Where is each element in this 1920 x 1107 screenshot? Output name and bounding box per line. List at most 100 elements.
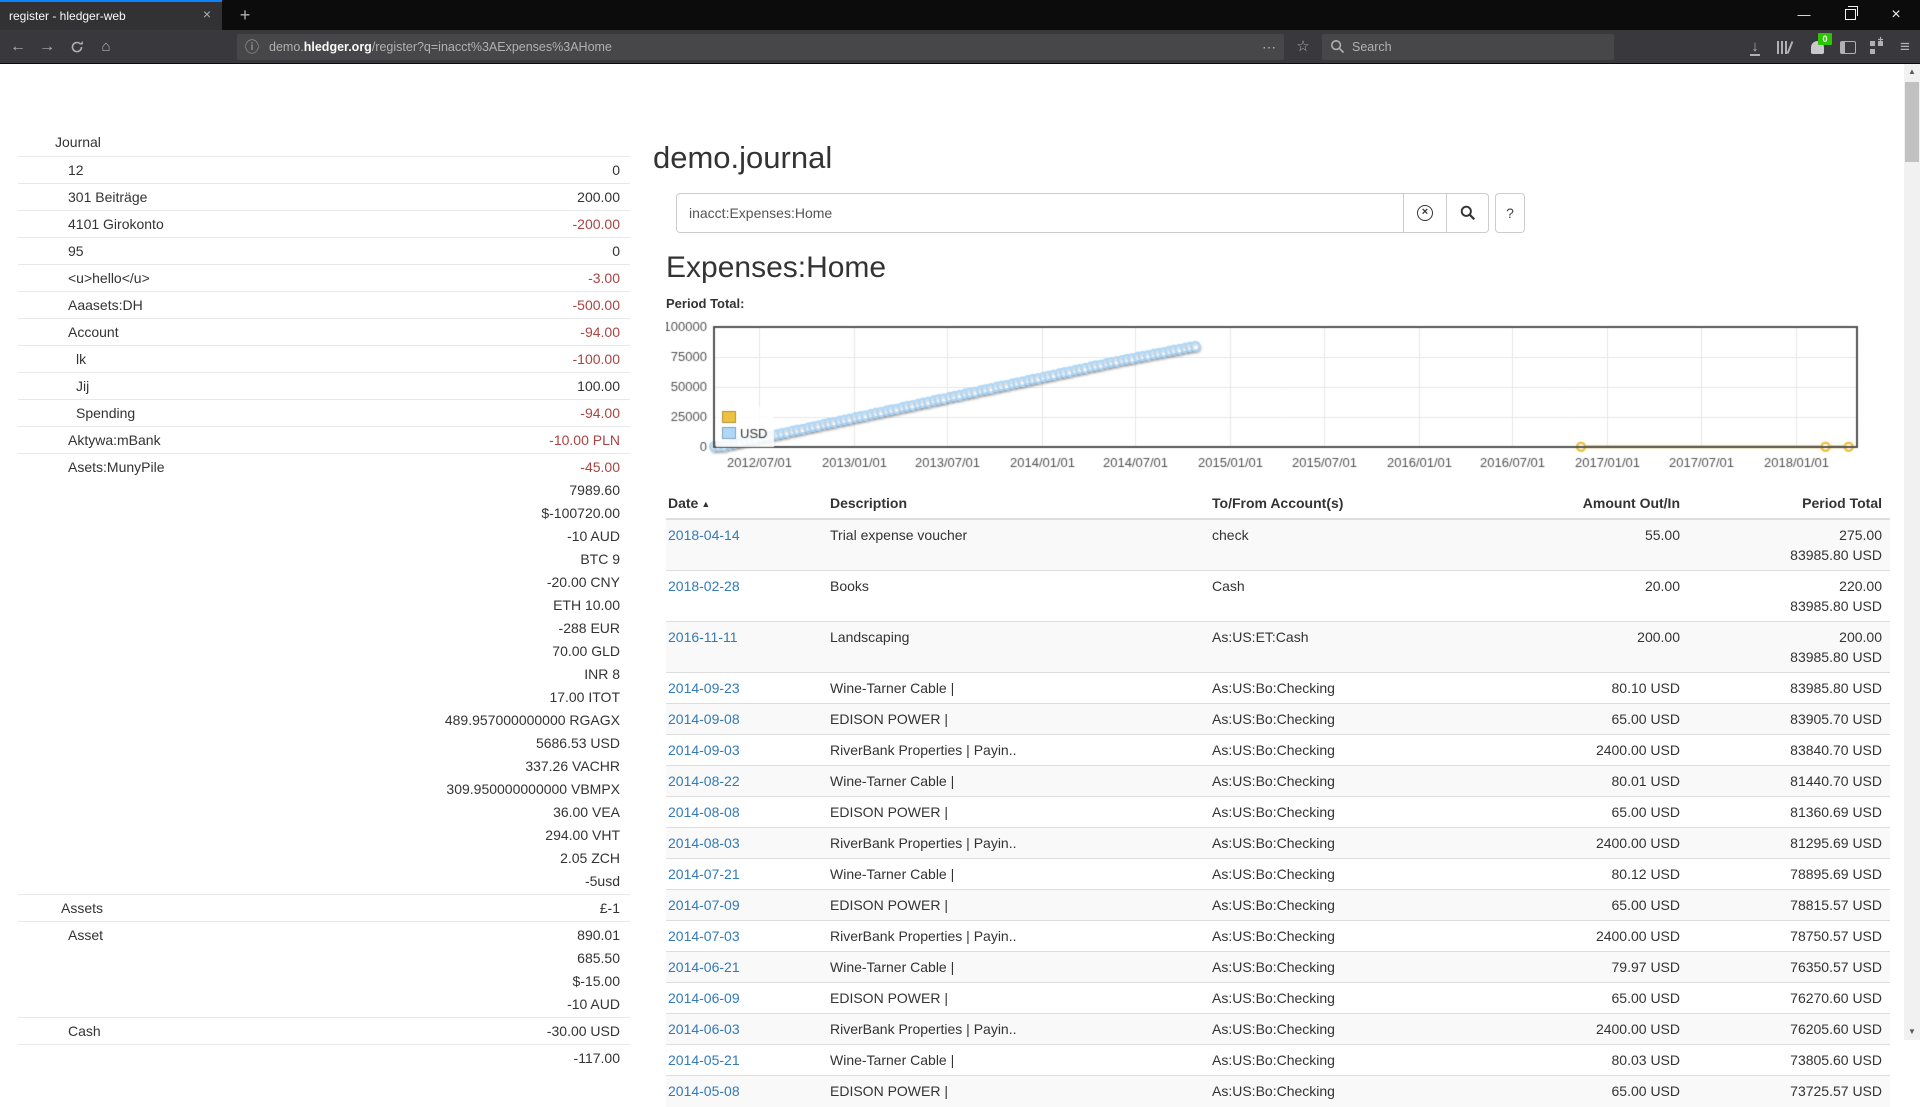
transaction-description: Wine-Tarner Cable | [828,859,1210,890]
register-row[interactable]: 2014-06-21Wine-Tarner Cable |As:US:Bo:Ch… [666,952,1890,983]
transaction-date-link[interactable]: 2014-09-03 [668,742,740,758]
register-row[interactable]: 2014-09-08EDISON POWER |As:US:Bo:Checkin… [666,704,1890,735]
register-row[interactable]: 2014-06-09EDISON POWER |As:US:Bo:Checkin… [666,983,1890,1014]
transaction-date-link[interactable]: 2014-08-22 [668,773,740,789]
transaction-date-link[interactable]: 2014-05-21 [668,1052,740,1068]
scroll-down-icon[interactable]: ▼ [1904,1024,1920,1040]
account-link[interactable]: 301 Beiträge [18,186,147,209]
sidebar-toggle-button[interactable] [1834,30,1862,63]
bookmark-star-icon[interactable]: ☆ [1290,34,1316,60]
transaction-date-cell: 2016-11-11 [666,622,828,673]
transaction-date-link[interactable]: 2014-07-09 [668,897,740,913]
menu-button[interactable]: ≡ [1891,30,1919,63]
account-link[interactable]: Assets [18,897,103,920]
account-link[interactable]: Spending [18,402,135,425]
balance-amount: -3.00 [150,267,620,290]
page-title: demo.journal [653,140,1892,175]
transaction-date-cell: 2018-04-14 [666,519,828,571]
register-row[interactable]: 2014-05-21Wine-Tarner Cable |As:US:Bo:Ch… [666,1045,1890,1076]
transaction-date-link[interactable]: 2014-05-08 [668,1083,740,1099]
transaction-amount: 65.00 USD [1480,890,1688,921]
forward-button[interactable]: → [33,30,61,63]
help-button[interactable]: ? [1495,193,1525,233]
account-link[interactable]: Cash [18,1020,101,1043]
minimize-button[interactable]: — [1781,0,1827,30]
transaction-date-link[interactable]: 2014-06-09 [668,990,740,1006]
register-row[interactable]: 2014-09-03 RiverBank Properties | Payin..… [666,735,1890,766]
transaction-date-link[interactable]: 2014-06-21 [668,959,740,975]
account-row: Assets£-1 [18,894,630,921]
transaction-date-link[interactable]: 2014-09-23 [668,680,740,696]
toolbar-search[interactable]: Search [1322,34,1614,60]
period-total-line: 220.00 [1690,576,1882,596]
transaction-date-link[interactable]: 2016-11-11 [668,629,738,645]
transaction-date-link[interactable]: 2018-04-14 [668,527,740,543]
query-input[interactable] [676,193,1404,233]
account-link[interactable]: Aktywa:mBank [18,429,161,452]
search-submit-button[interactable] [1447,193,1489,233]
register-row[interactable]: 2016-11-11LandscapingAs:US:ET:Cash200.00… [666,622,1890,673]
register-row[interactable]: 2014-07-09EDISON POWER |As:US:Bo:Checkin… [666,890,1890,921]
transaction-description: EDISON POWER | [828,890,1210,921]
transaction-date-link[interactable]: 2018-02-28 [668,578,740,594]
balance-amount: 200.00 [147,186,620,209]
transaction-date-cell: 2014-07-21 [666,859,828,890]
back-button[interactable]: ← [4,30,32,63]
scroll-up-icon[interactable]: ▲ [1904,64,1920,80]
register-row[interactable]: 2014-07-21Wine-Tarner Cable |As:US:Bo:Ch… [666,859,1890,890]
transaction-date-link[interactable]: 2014-07-21 [668,866,740,882]
account-link[interactable]: Aaasets:DH [18,294,143,317]
account-link[interactable]: <u>hello</u> [18,267,150,290]
account-link[interactable]: Jij [18,375,89,398]
page-scrollbar[interactable]: ▲ ▼ [1904,64,1920,1040]
home-button[interactable]: ⌂ [92,30,120,63]
maximize-button[interactable] [1827,0,1873,30]
page-info-icon[interactable]: ⓘ [245,34,259,60]
transaction-description: RiverBank Properties | Payin.. [828,735,1210,766]
new-tab-button[interactable]: + [232,2,258,28]
transaction-date-link[interactable]: 2014-07-03 [668,928,740,944]
register-row[interactable]: 2014-08-08EDISON POWER |As:US:Bo:Checkin… [666,797,1890,828]
download-button[interactable]: ↓ [1741,30,1769,63]
extension-button[interactable]: 0 [1803,30,1831,63]
transaction-date-link[interactable]: 2014-09-08 [668,711,740,727]
register-row[interactable]: 2014-08-22Wine-Tarner Cable |As:US:Bo:Ch… [666,766,1890,797]
reload-button[interactable] [63,30,91,63]
apps-grid-button[interactable]: + [1862,30,1890,63]
transaction-account: As:US:Bo:Checking [1210,828,1480,859]
page-actions-icon[interactable]: ⋯ [1262,34,1276,60]
account-link[interactable]: Asset [18,924,103,1016]
account-link[interactable]: Account [18,321,119,344]
transaction-date-cell: 2014-05-08 [666,1076,828,1107]
transaction-date-link[interactable]: 2014-06-03 [668,1021,740,1037]
transaction-date-cell: 2014-08-03 [666,828,828,859]
account-link[interactable]: 4101 Girokonto [18,213,164,236]
url-bar[interactable]: ⓘ demo.hledger.org/register?q=inacct%3AE… [237,34,1284,60]
account-row: <u>hello</u>-3.00 [18,264,630,291]
transaction-date-link[interactable]: 2014-08-08 [668,804,740,820]
transaction-account: As:US:Bo:Checking [1210,1045,1480,1076]
sidebar-journal-link[interactable]: Journal [18,128,630,156]
transaction-amount: 2400.00 USD [1480,828,1688,859]
account-link[interactable]: 95 [18,240,84,263]
account-link[interactable]: lk [18,348,86,371]
register-row[interactable]: 2018-04-14Trial expense vouchercheck55.0… [666,519,1890,571]
register-row[interactable]: 2014-07-03RiverBank Properties | Payin..… [666,921,1890,952]
account-link[interactable]: Asets:MunyPile [18,456,164,893]
account-balance: -200.00 [164,213,630,236]
account-link[interactable] [18,1047,68,1070]
register-row[interactable]: 2014-08-03RiverBank Properties | Payin..… [666,828,1890,859]
column-date[interactable]: Date▲ [666,490,828,519]
scrollbar-thumb[interactable] [1905,82,1919,162]
account-link[interactable]: 12 [18,159,84,182]
register-row[interactable]: 2014-05-08EDISON POWER |As:US:Bo:Checkin… [666,1076,1890,1107]
register-row[interactable]: 2018-02-28BooksCash20.00220.0083985.80 U… [666,571,1890,622]
period-total-line: 83985.80 USD [1690,545,1882,565]
clear-query-button[interactable]: × [1404,193,1447,233]
account-row: Jij100.00 [18,372,630,399]
tab-close-icon[interactable]: × [199,6,215,22]
browser-tab[interactable]: register - hledger-web × [0,0,222,30]
transaction-date-link[interactable]: 2014-08-03 [668,835,740,851]
register-row[interactable]: 2014-09-23Wine-Tarner Cable |As:US:Bo:Ch… [666,673,1890,704]
library-button[interactable] [1770,30,1798,63]
